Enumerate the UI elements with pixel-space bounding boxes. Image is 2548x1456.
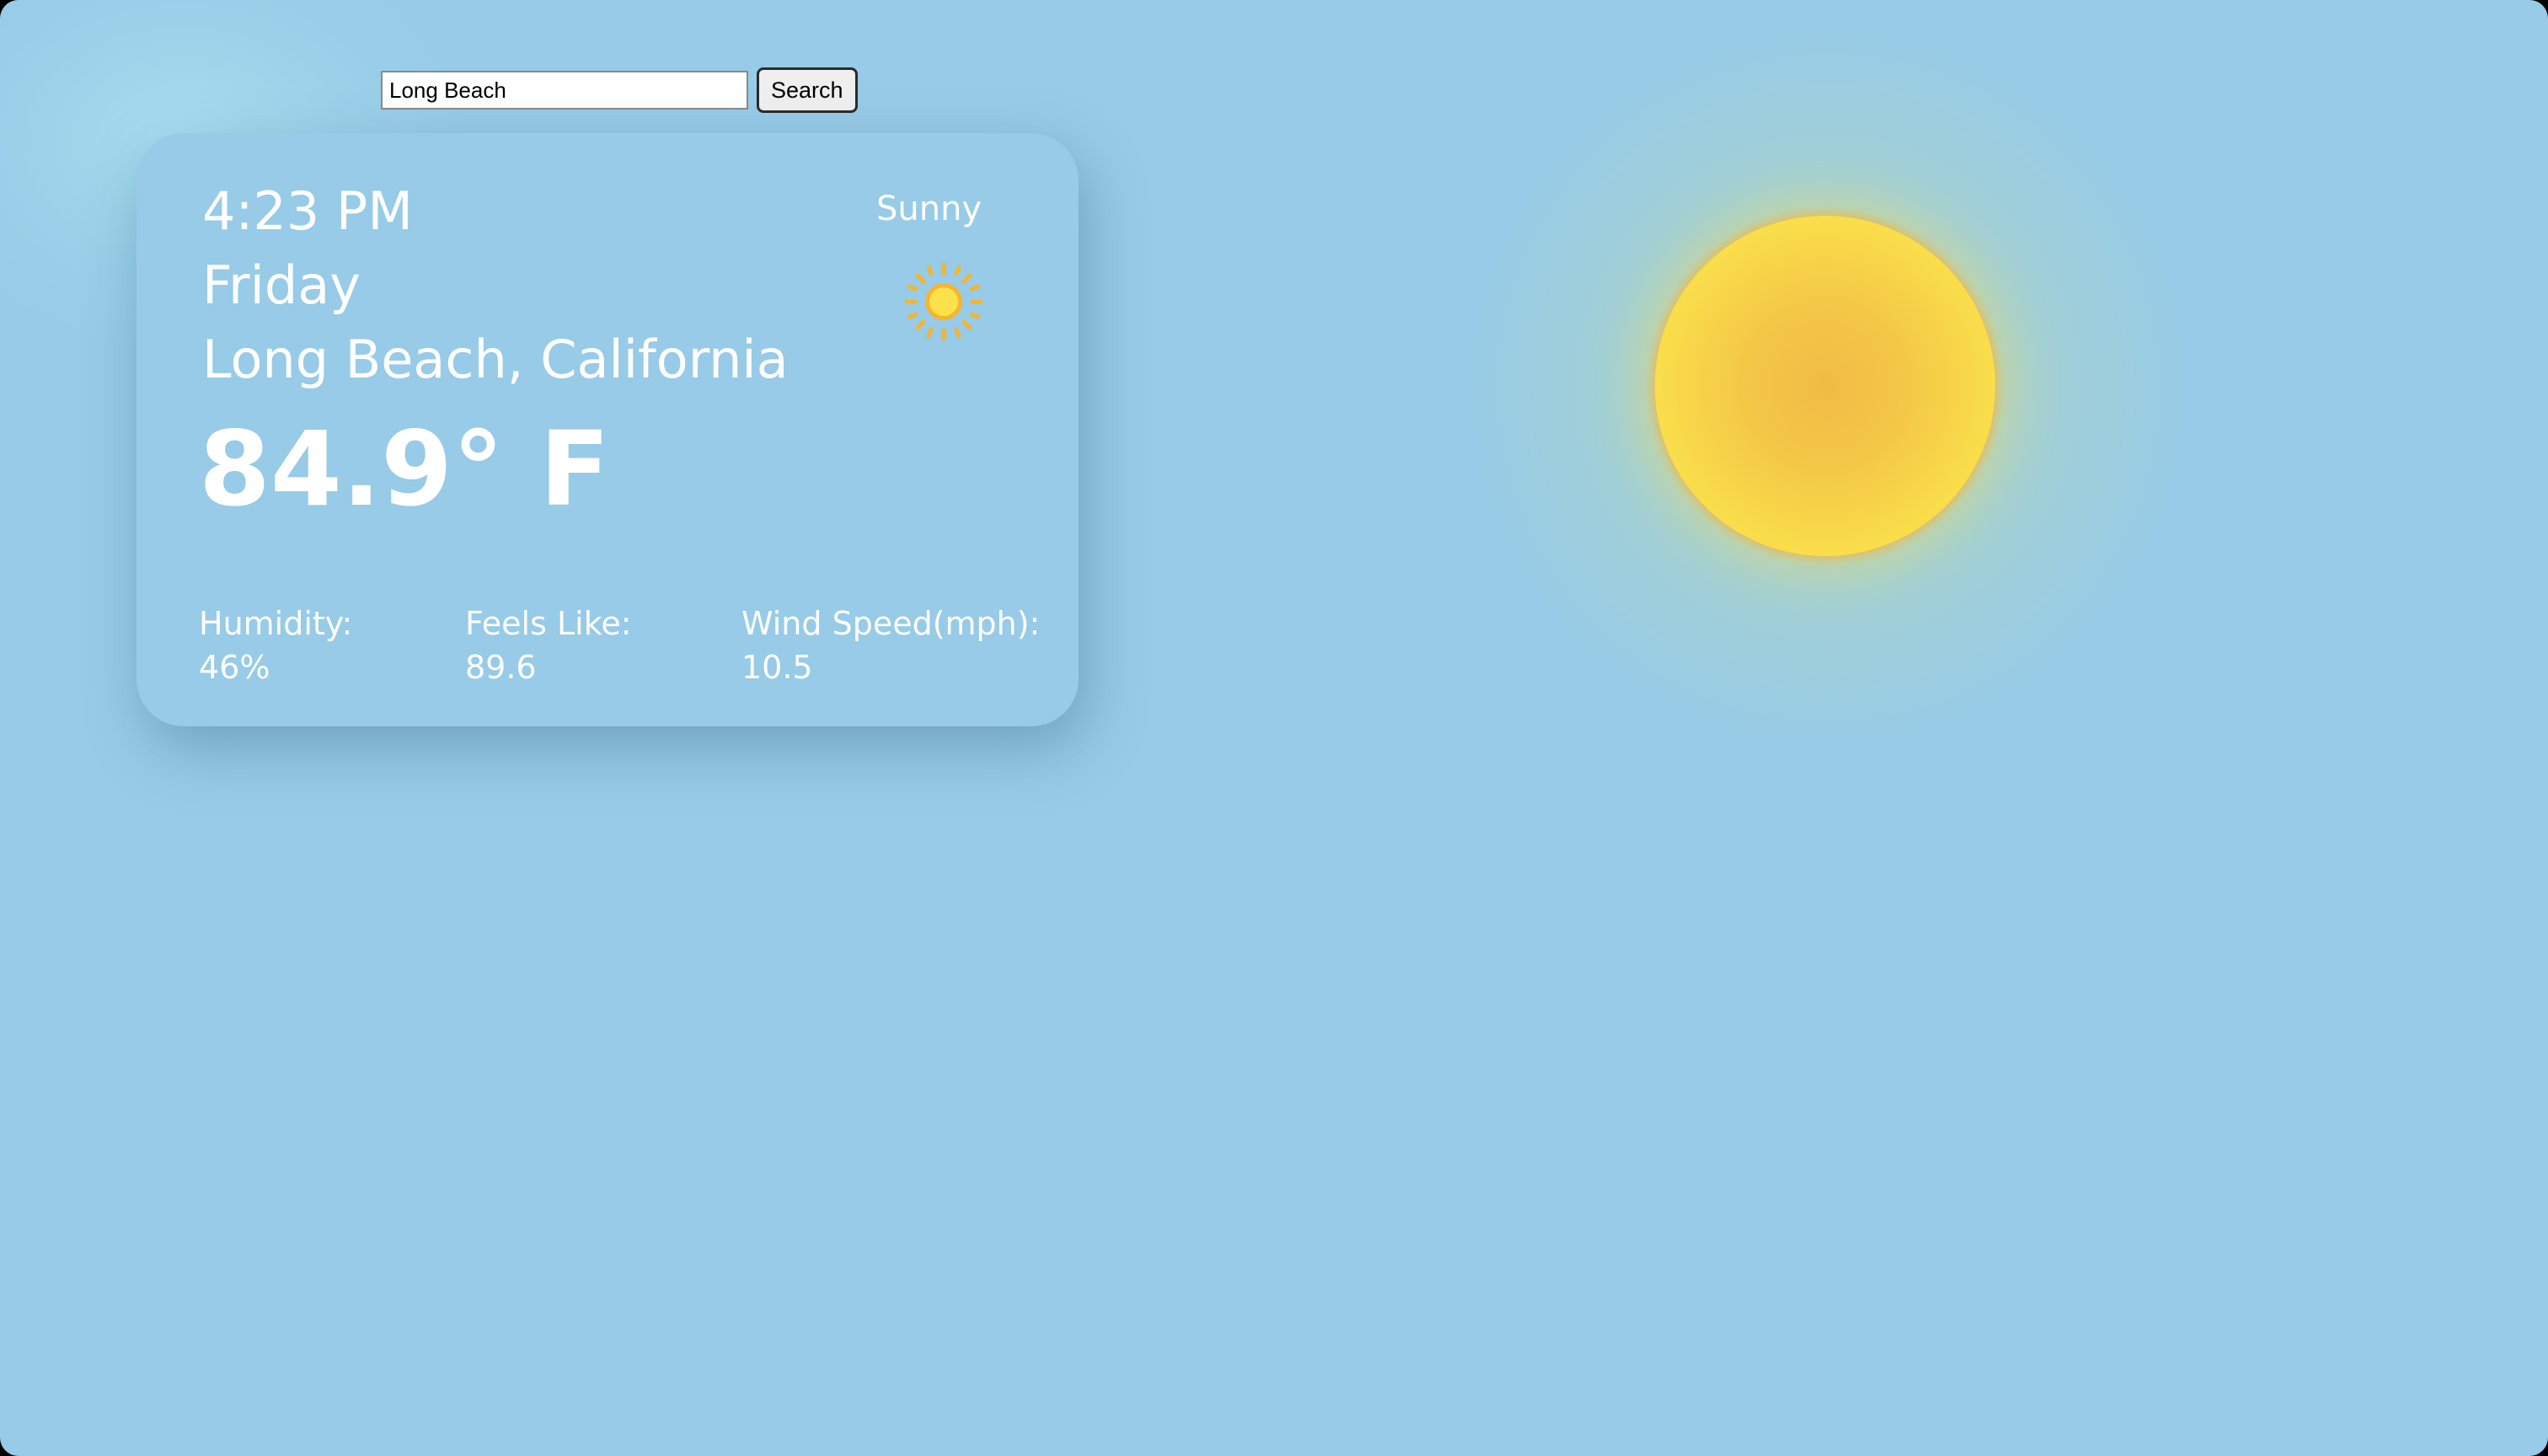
feels-like-stat: Feels Like: 89.6 — [465, 602, 632, 689]
search-bar: Search — [381, 67, 858, 113]
current-day: Friday — [202, 254, 361, 316]
app-viewport: Search 4:23 PM Friday Long Beach, Califo… — [0, 0, 2548, 1456]
wind-speed-stat: Wind Speed(mph): 10.5 — [741, 602, 1040, 689]
humidity-label: Humidity: — [199, 605, 353, 642]
location-name: Long Beach, California — [202, 329, 789, 390]
feels-like-label: Feels Like: — [465, 605, 632, 642]
weather-condition: Sunny — [876, 190, 982, 228]
search-input[interactable] — [381, 71, 748, 110]
wind-speed-label: Wind Speed(mph): — [741, 605, 1041, 642]
temperature: 84.9° F — [199, 410, 610, 529]
humidity-stat: Humidity: 46% — [199, 602, 352, 689]
feels-like-value: 89.6 — [465, 649, 537, 686]
sun-icon — [904, 262, 983, 341]
sun-illustration — [1655, 216, 1995, 556]
wind-speed-value: 10.5 — [741, 649, 813, 686]
current-time: 4:23 PM — [202, 180, 413, 242]
humidity-value: 46% — [199, 649, 270, 686]
search-button[interactable]: Search — [757, 67, 858, 113]
weather-card: 4:23 PM Friday Long Beach, California 84… — [136, 133, 1079, 726]
